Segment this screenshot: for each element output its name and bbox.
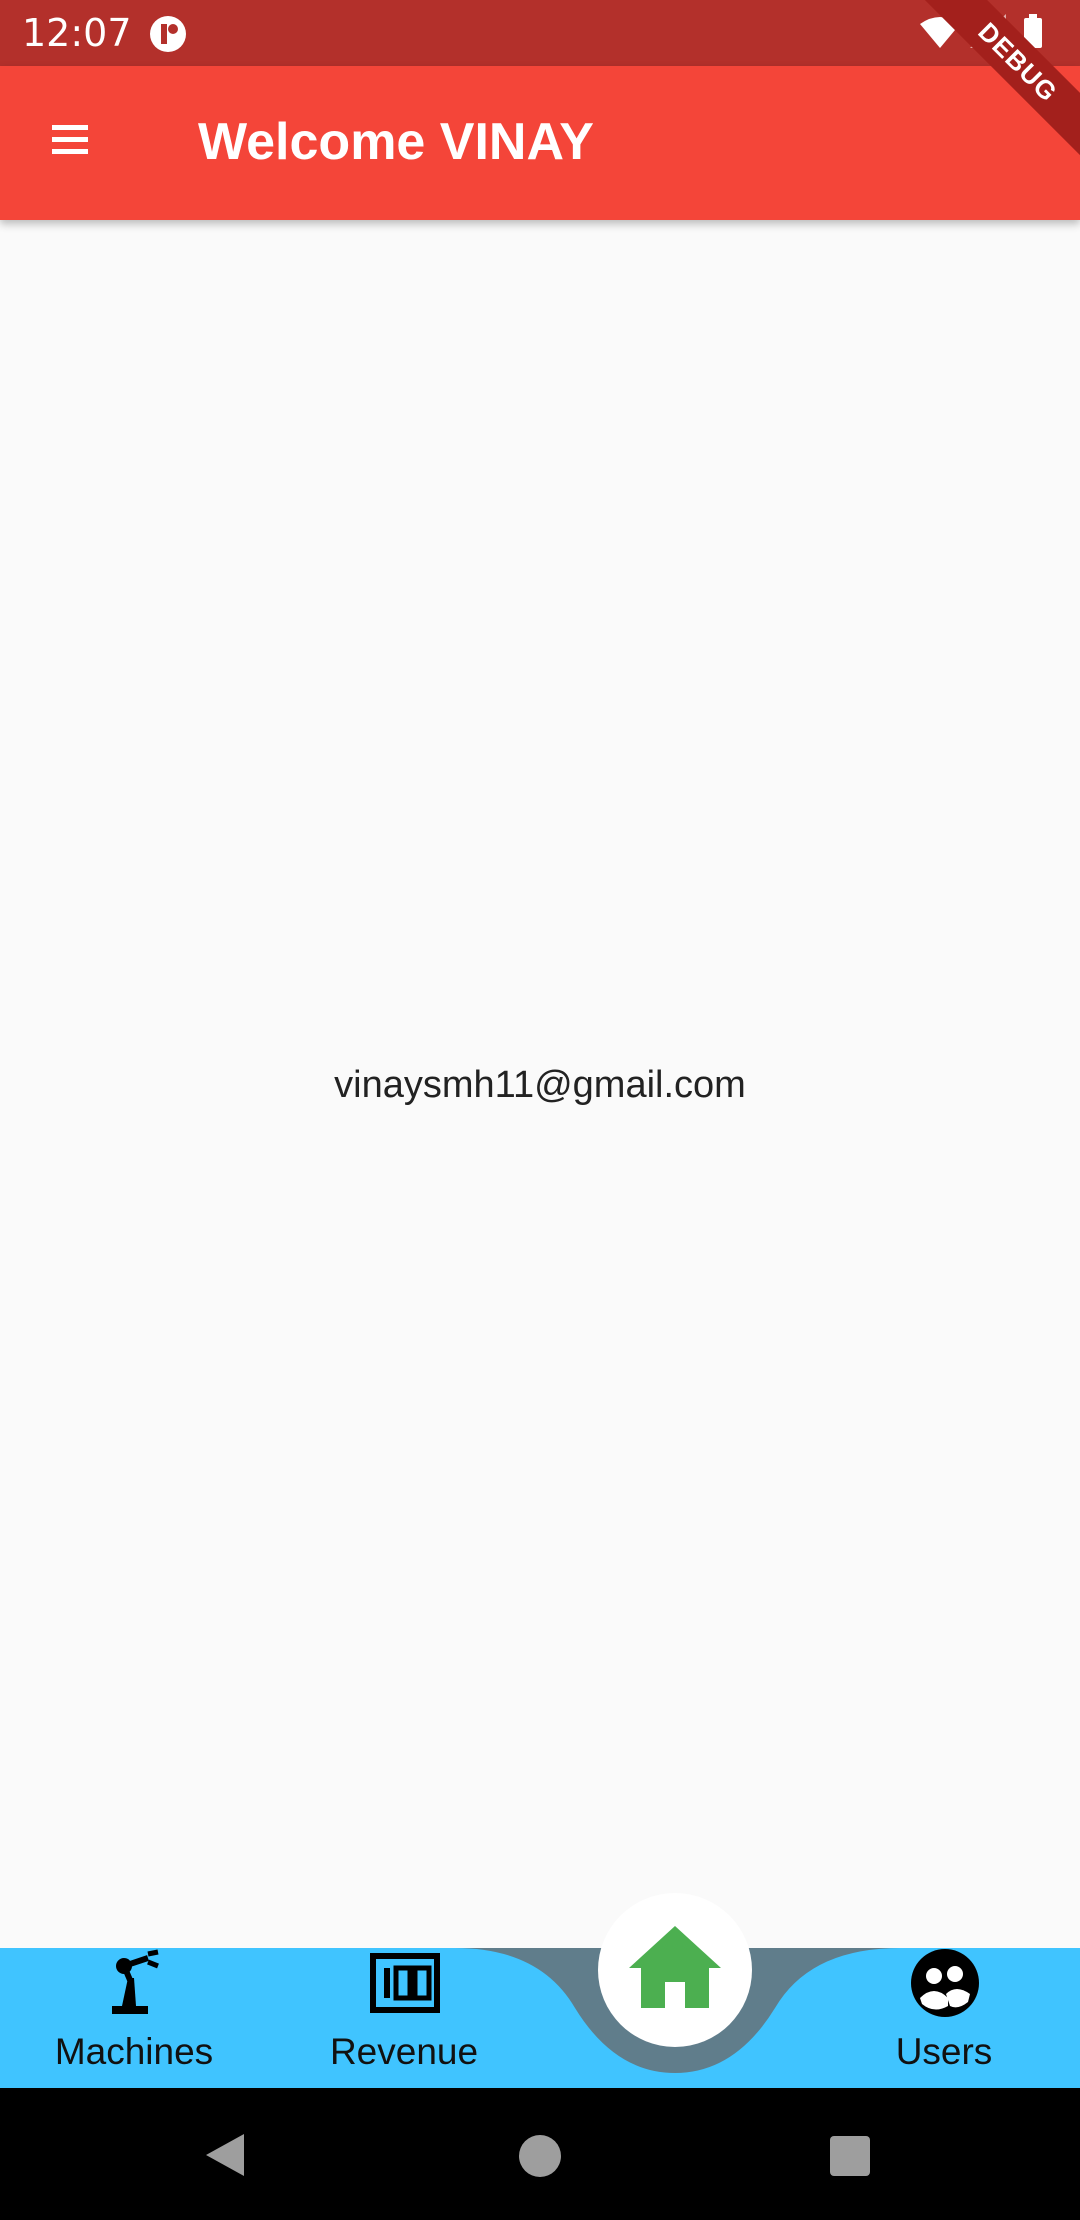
wifi-icon — [920, 17, 960, 48]
robot-arm-icon — [112, 1949, 159, 2014]
back-icon[interactable] — [200, 2130, 250, 2180]
status-bar: 12:07 — [0, 0, 1080, 66]
recents-icon[interactable] — [828, 2134, 872, 2178]
nav-item-machines[interactable]: Machines — [24, 1948, 244, 2088]
bottom-navigation: Machines Revenue Users — [0, 1948, 1080, 2088]
system-navigation-bar — [0, 2088, 1080, 2220]
battery-icon — [1024, 14, 1042, 48]
status-time: 12:07 — [22, 11, 132, 55]
nav-label-users: Users — [895, 2031, 993, 2072]
menu-button[interactable] — [38, 113, 98, 173]
user-email: vinaysmh11@gmail.com — [334, 1064, 746, 1106]
nav-label-machines: Machines — [54, 2031, 214, 2072]
nav-item-home[interactable] — [598, 1893, 752, 2047]
nav-item-users[interactable]: Users — [834, 1948, 1054, 2088]
nav-label-revenue: Revenue — [329, 2031, 479, 2072]
nav-item-revenue[interactable]: Revenue — [294, 1948, 514, 2088]
notification-app-icon — [148, 14, 188, 54]
signal-icon — [970, 14, 1006, 48]
page-title: Welcome VINAY — [198, 113, 594, 171]
counter-100-icon — [370, 1953, 440, 2013]
app-bar: Welcome VINAY — [0, 66, 1080, 220]
hamburger-menu-icon — [52, 125, 88, 154]
home-circle-icon[interactable] — [516, 2132, 564, 2180]
home-icon — [629, 1926, 721, 2008]
status-icons — [920, 14, 1060, 54]
users-icon — [911, 1949, 979, 2017]
